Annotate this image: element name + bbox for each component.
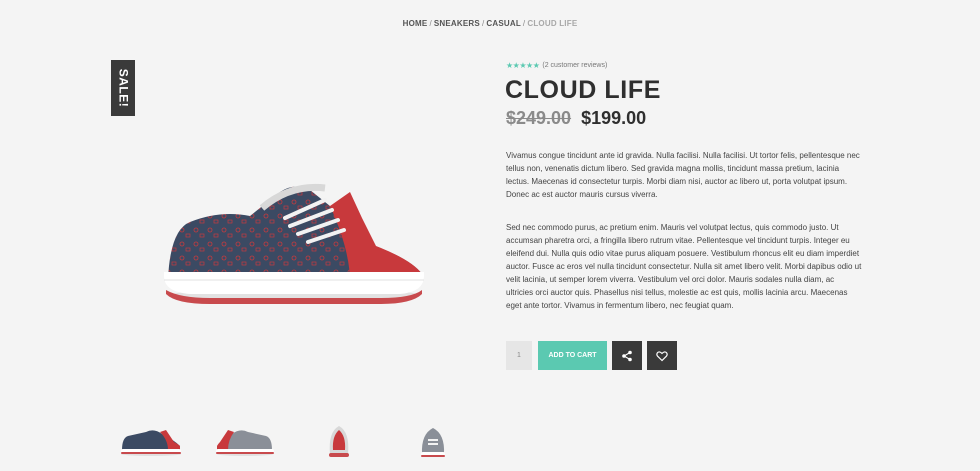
product-main-image[interactable] (150, 170, 440, 310)
product-title: CLOUD LIFE (505, 76, 661, 104)
purchase-actions: ADD TO CART (506, 341, 677, 370)
add-to-cart-button[interactable]: ADD TO CART (538, 341, 607, 370)
breadcrumb-separator: / (429, 19, 432, 28)
quantity-input[interactable] (506, 341, 532, 370)
thumbnail-side-view[interactable] (118, 420, 184, 460)
breadcrumb: HOME / SNEAKERS / CASUAL / CLOUD LIFE (0, 19, 980, 28)
breadcrumb-current: CLOUD LIFE (527, 19, 578, 28)
breadcrumb-casual[interactable]: CASUAL (486, 19, 521, 28)
rating-stars: ★★★★★ (506, 61, 540, 70)
product-description-paragraph: Vivamus congue tincidunt ante id gravida… (506, 151, 860, 199)
thumbnail-front-view[interactable] (418, 420, 448, 460)
thumbnail-back-view[interactable] (325, 420, 353, 460)
thumbnail-gallery (0, 420, 980, 460)
sale-badge: SALE! (111, 60, 135, 116)
reviews-link[interactable]: (2 customer reviews) (542, 62, 607, 69)
old-price: $249.00 (506, 108, 572, 128)
thumbnail-inner-view[interactable] (214, 420, 276, 460)
breadcrumb-separator: / (481, 19, 485, 28)
price-block: $249.00 $199.00 (506, 108, 646, 129)
wishlist-button[interactable] (647, 341, 677, 370)
product-rating: ★★★★★ (2 customer reviews) (506, 61, 607, 70)
product-description-paragraph: Sed nec commodo purus, ac pretium enim. … (506, 223, 862, 310)
breadcrumb-sneakers[interactable]: SNEAKERS (434, 19, 480, 28)
share-button[interactable] (612, 341, 642, 370)
sale-price: $199.00 (581, 108, 647, 128)
breadcrumb-separator: / (522, 19, 526, 28)
share-icon (622, 350, 632, 361)
sale-badge-label: SALE! (116, 68, 130, 108)
breadcrumb-home[interactable]: HOME (403, 19, 428, 28)
heart-icon (656, 350, 668, 361)
